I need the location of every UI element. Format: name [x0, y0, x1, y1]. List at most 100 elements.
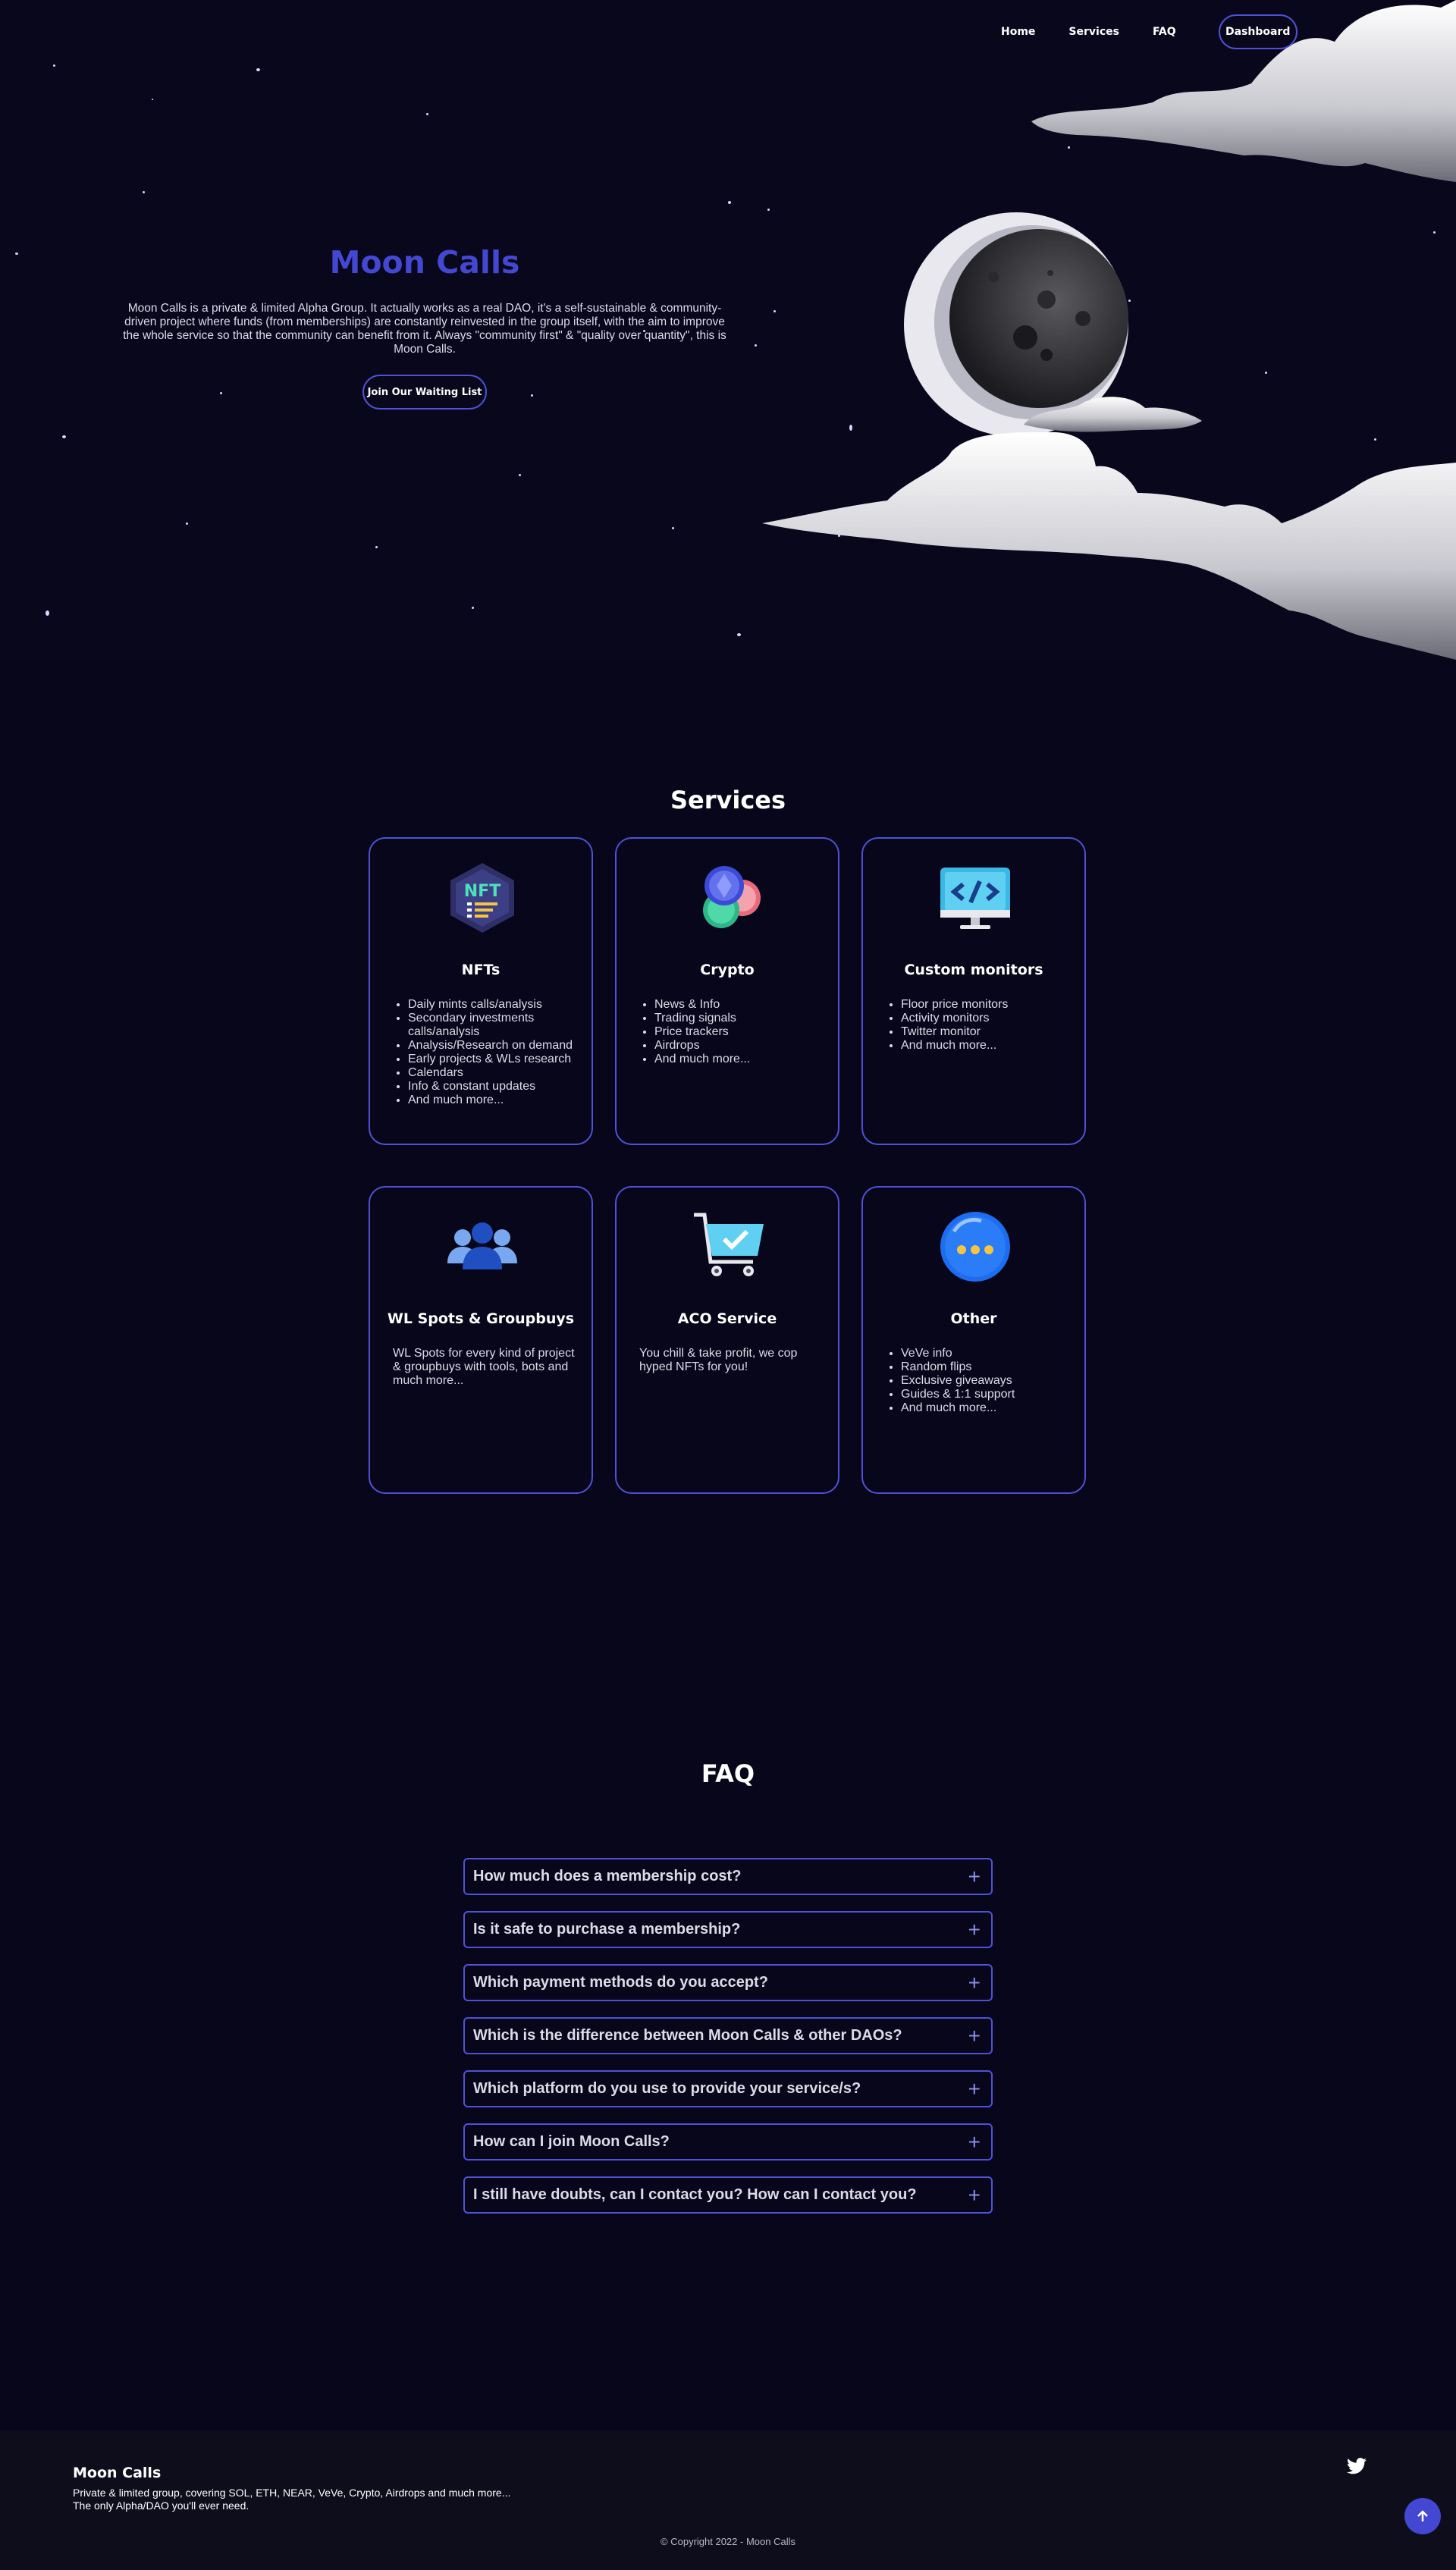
plus-icon: +: [968, 1917, 981, 1941]
faq-item[interactable]: Which payment methods do you accept? +: [463, 1964, 993, 2001]
moon-clouds-illustration: [762, 0, 1456, 660]
nav-services-link[interactable]: Services: [1068, 26, 1119, 38]
faq-question: I still have doubts, can I contact you? …: [473, 2186, 917, 2203]
card-title: ACO Service: [677, 1310, 777, 1327]
star: [728, 201, 731, 204]
list-item: And much more...: [901, 1401, 1090, 1415]
star: [737, 633, 741, 636]
card-list: Floor price monitors Activity monitors T…: [886, 998, 1090, 1053]
arrow-up-icon: [1417, 2510, 1428, 2521]
service-card-other: Other VeVe info Random flips Exclusive g…: [861, 1186, 1086, 1494]
service-card-wl-spots: WL Spots & Groupbuys WL Spots for every …: [369, 1186, 593, 1494]
list-item: Info & constant updates: [408, 1080, 598, 1094]
card-title: Other: [950, 1310, 997, 1327]
join-waiting-list-button[interactable]: Join Our Waiting List: [362, 375, 487, 410]
card-title: NFTs: [461, 962, 500, 978]
service-card-nfts: NFT NFTs Daily mints calls/analysis Seco…: [369, 837, 593, 1145]
list-item: Price trackers: [654, 1025, 844, 1039]
star: [472, 607, 474, 609]
footer: Moon Calls Private & limited group, cove…: [0, 2430, 1456, 2570]
plus-icon: +: [968, 2182, 981, 2207]
faq-question: How much does a membership cost?: [473, 1868, 742, 1884]
dashboard-button[interactable]: Dashboard: [1218, 14, 1298, 49]
star: [53, 64, 55, 67]
hero-title: Moon Calls: [329, 244, 520, 281]
plus-icon: +: [968, 1970, 981, 1994]
star: [143, 191, 145, 193]
star: [152, 99, 153, 100]
footer-tagline: The only Alpha/DAO you'll ever need.: [73, 2499, 249, 2512]
plus-icon: +: [968, 2076, 981, 2101]
list-item: Calendars: [408, 1066, 598, 1080]
star: [220, 392, 222, 394]
list-item: Airdrops: [654, 1039, 844, 1053]
plus-icon: +: [968, 2023, 981, 2048]
list-item: And much more...: [654, 1053, 844, 1066]
plus-icon: +: [968, 1864, 981, 1888]
list-item: Activity monitors: [901, 1012, 1090, 1025]
service-card-crypto: Crypto News & Info Trading signals Price…: [615, 837, 839, 1145]
services-title: Services: [670, 786, 786, 814]
nav-faq-link[interactable]: FAQ: [1153, 26, 1176, 38]
star: [672, 527, 674, 529]
list-item: Exclusive giveaways: [901, 1374, 1090, 1388]
card-list: VeVe info Random flips Exclusive giveawa…: [886, 1347, 1090, 1415]
top-nav: Home Services FAQ Dashboard: [1001, 14, 1298, 49]
scroll-to-top-button[interactable]: [1404, 2498, 1441, 2534]
group-users-icon: [447, 1222, 517, 1269]
list-item: News & Info: [654, 998, 844, 1012]
faq-item[interactable]: Which platform do you use to provide you…: [463, 2070, 993, 2107]
faq-item[interactable]: I still have doubts, can I contact you? …: [463, 2176, 993, 2214]
footer-brand: Moon Calls: [73, 2465, 162, 2481]
service-card-custom-monitors: Custom monitors Floor price monitors Act…: [861, 837, 1086, 1145]
faq-question: How can I join Moon Calls?: [473, 2133, 670, 2150]
list-item: Twitter monitor: [901, 1025, 1090, 1039]
star: [256, 68, 260, 71]
star: [426, 113, 428, 115]
code-monitor-icon: [940, 868, 1010, 929]
copyright: © Copyright 2022 - Moon Calls: [661, 2536, 795, 2547]
card-list: Daily mints calls/analysis Secondary inv…: [393, 998, 598, 1107]
card-title: WL Spots & Groupbuys: [387, 1310, 575, 1327]
faq-item[interactable]: Which is the difference between Moon Cal…: [463, 2017, 993, 2054]
hero-description: Moon Calls is a private & limited Alpha …: [123, 302, 726, 356]
nft-hexagon-icon: NFT: [450, 863, 514, 933]
plus-icon: +: [968, 2129, 981, 2154]
shopping-cart-icon: [694, 1213, 764, 1276]
card-title: Custom monitors: [904, 962, 1043, 978]
card-title: Crypto: [700, 962, 755, 978]
star: [46, 610, 49, 616]
faq-question: Which is the difference between Moon Cal…: [473, 2027, 902, 2044]
faq-title: FAQ: [701, 1759, 755, 1788]
card-text: WL Spots for every kind of project & gro…: [393, 1347, 575, 1387]
list-item: And much more...: [408, 1094, 598, 1107]
faq-question: Is it safe to purchase a membership?: [473, 1921, 741, 1938]
list-item: Secondary investments calls/analysis: [408, 1012, 598, 1039]
list-item: Guides & 1:1 support: [901, 1388, 1090, 1401]
card-list: News & Info Trading signals Price tracke…: [639, 998, 844, 1066]
list-item: And much more...: [901, 1039, 1090, 1053]
list-item: Random flips: [901, 1360, 1090, 1374]
star: [186, 522, 188, 525]
crypto-coins-icon: [703, 866, 761, 928]
star: [519, 474, 521, 476]
list-item: Trading signals: [654, 1012, 844, 1025]
service-card-aco: ACO Service You chill & take profit, we …: [615, 1186, 839, 1494]
faq-question: Which payment methods do you accept?: [473, 1974, 768, 1991]
nav-home-link[interactable]: Home: [1001, 26, 1035, 38]
star: [755, 344, 757, 347]
star: [62, 435, 66, 438]
list-item: VeVe info: [901, 1347, 1090, 1360]
faq-item[interactable]: How can I join Moon Calls? +: [463, 2123, 993, 2160]
faq-item[interactable]: How much does a membership cost? +: [463, 1858, 993, 1895]
list-item: Floor price monitors: [901, 998, 1090, 1012]
star: [531, 394, 533, 397]
chat-bubble-icon: [940, 1212, 1010, 1282]
twitter-icon[interactable]: [1347, 2458, 1367, 2474]
hero-section: Home Services FAQ Dashboard Moon Calls M…: [0, 0, 1456, 660]
svg-text:NFT: NFT: [464, 882, 500, 901]
faq-item[interactable]: Is it safe to purchase a membership? +: [463, 1911, 993, 1948]
star: [375, 546, 378, 548]
list-item: Early projects & WLs research: [408, 1053, 598, 1066]
list-item: Analysis/Research on demand: [408, 1039, 598, 1053]
